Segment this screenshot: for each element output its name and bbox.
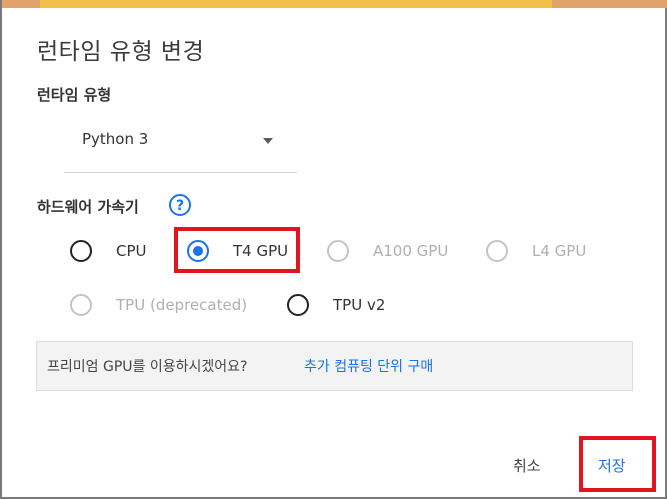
hardware-accelerator-label: 하드웨어 가속기	[37, 198, 139, 216]
premium-gpu-banner: 프리미엄 GPU를 이용하시겠어요? 추가 컴퓨팅 단위 구매	[36, 341, 633, 391]
radio-circle	[70, 240, 92, 262]
radio-label: A100 GPU	[373, 242, 449, 260]
radio-label: L4 GPU	[532, 242, 587, 260]
top-border-strip	[2, 0, 667, 8]
buy-compute-units-link[interactable]: 추가 컴퓨팅 단위 구매	[304, 356, 433, 376]
cancel-button[interactable]: 취소	[513, 455, 541, 476]
question-circle-icon[interactable]: ?	[168, 193, 192, 217]
premium-gpu-question: 프리미엄 GPU를 이용하시겠어요?	[47, 359, 248, 375]
dialog-title: 런타임 유형 변경	[37, 39, 205, 65]
runtime-type-label: 런타임 유형	[37, 86, 112, 104]
runtime-type-value: Python 3	[82, 130, 149, 148]
radio-label: T4 GPU	[233, 242, 289, 260]
radio-cpu[interactable]: CPU	[70, 237, 147, 265]
radio-circle	[486, 240, 508, 262]
radio-t4-gpu[interactable]: T4 GPU	[187, 237, 288, 265]
runtime-dialog: 런타임 유형 변경 런타임 유형 Python 3 하드웨어 가속기 ? CPU…	[0, 0, 667, 499]
radio-a100-gpu: A100 GPU	[327, 237, 448, 265]
svg-text:?: ?	[176, 198, 184, 214]
radio-tpu-deprecated: TPU (deprecated)	[70, 291, 247, 319]
radio-circle	[187, 240, 209, 262]
radio-circle	[327, 240, 349, 262]
radio-l4-gpu: L4 GPU	[486, 237, 586, 265]
radio-label: TPU (deprecated)	[116, 296, 248, 314]
radio-circle	[70, 294, 92, 316]
save-button[interactable]: 저장	[598, 455, 626, 476]
radio-circle	[287, 294, 309, 316]
radio-tpu-v2[interactable]: TPU v2	[287, 291, 385, 319]
runtime-type-select[interactable]: Python 3	[64, 122, 297, 173]
radio-label: TPU v2	[333, 296, 386, 314]
chevron-down-icon	[263, 138, 273, 144]
radio-label: CPU	[116, 242, 147, 260]
